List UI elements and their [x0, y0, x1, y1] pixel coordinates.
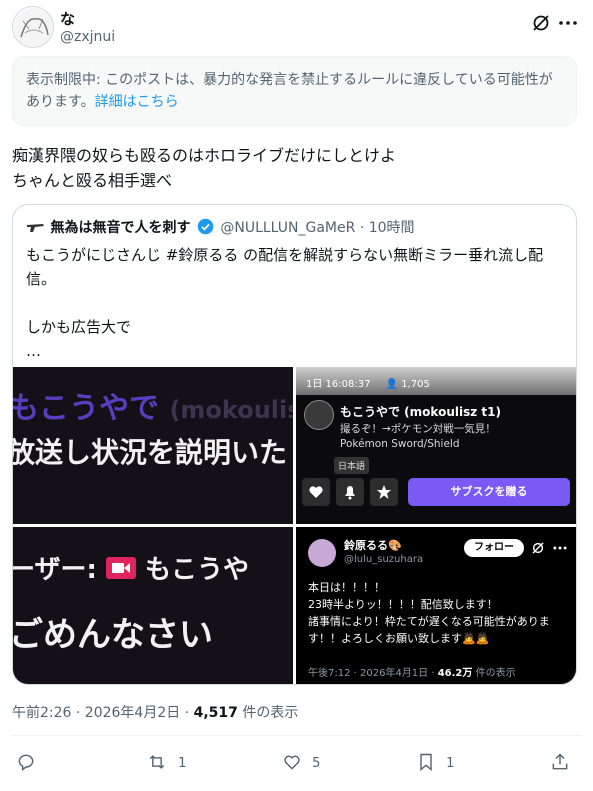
author-name[interactable]: な [60, 8, 75, 29]
heart-icon [302, 478, 330, 506]
image-text: もこうやで [13, 391, 159, 426]
heart-icon [284, 755, 300, 770]
reply-icon [18, 754, 34, 771]
stream-title: 撮るぞ！→ポケモン対戦一気見！ [340, 423, 496, 435]
verified-badge-icon [197, 218, 214, 235]
quote-header: 無為は無音で人を刺す @NULLLUN_GaMeR · 10時間 [26, 217, 415, 237]
view-count: 4,517 [193, 705, 238, 721]
share-icon [552, 753, 568, 770]
bell-icon [336, 478, 364, 506]
star-icon [370, 478, 398, 506]
channel-name: もこうやで (mokoulisz t1) [340, 405, 501, 419]
gun-emoji-icon [27, 224, 44, 232]
inner-tweet-views: 46.2万 [437, 668, 473, 679]
viewer-icon: 👤 [385, 379, 399, 390]
stream-game: Pokémon Sword/Shield [340, 438, 460, 450]
repost-count: 1 [178, 756, 187, 771]
repost-button[interactable]: 1 [146, 752, 186, 772]
reply-button[interactable] [16, 752, 42, 772]
bookmark-button[interactable]: 1 [416, 752, 454, 772]
bookmark-count: 1 [446, 756, 455, 771]
stream-uptime: 1日 16:08:37 [306, 379, 371, 390]
follow-button: フォロー [464, 539, 524, 557]
image-text: ーザー: [13, 555, 97, 585]
media-image-3[interactable]: ーザー: もこうや ごめんなさい [13, 527, 293, 684]
inner-tweet-views-label: 件の表示 [475, 668, 516, 679]
avatar[interactable] [12, 6, 54, 48]
image-text: (mokoulis [169, 396, 293, 424]
divider [12, 735, 582, 736]
inner-tweet-avatar [308, 539, 336, 567]
bookmark-icon [420, 753, 432, 772]
learn-more-link[interactable]: 詳細はこちら [95, 94, 179, 110]
channel-avatar [304, 400, 334, 430]
view-count-label: 件の表示 [242, 705, 299, 721]
post-header: な @zxjnui [12, 6, 582, 52]
share-button[interactable] [550, 752, 570, 772]
tweet-text-line: ちゃんと殴る相手選べ [12, 171, 173, 190]
like-count: 5 [312, 756, 321, 771]
tweet-text-line: 痴漢界隈の奴らも殴るのはホロライブだけにしとけよ [12, 146, 397, 165]
media-image-2[interactable]: 1日 16:08:37 👤 1,705 もこうやで (mokoulisz t1)… [296, 367, 576, 524]
image-text: ごめんなさい [13, 615, 213, 655]
inner-tweet-name: 鈴原るる🎨 [344, 539, 402, 552]
quoted-post[interactable]: 無為は無音で人を刺す @NULLLUN_GaMeR · 10時間 もこうがにじさ… [12, 204, 577, 685]
inner-tweet-handle: @lulu_suzuhara [344, 554, 424, 565]
inner-tweet-time: 午後7:12 · 2026年4月1日 · [308, 668, 435, 679]
grok-icon[interactable] [530, 12, 552, 34]
gift-subscription-button: サブスクを贈る [408, 478, 570, 506]
quote-author-handle[interactable]: @NULLLUN_GaMeR [220, 220, 355, 236]
action-bar: 1 5 1 [12, 750, 582, 778]
more-options-icon [552, 540, 568, 560]
quote-body: もこうがにじさんじ #鈴原るる の配信を解説すらない無断ミラー垂れ流し配信。 し… [26, 246, 544, 360]
language-tag: 日本語 [334, 457, 370, 474]
inner-tweet-body: 本日は！！！！ 23時半よりッ！！！！配信致します！ 諸事情により！枠たてが遅く… [308, 581, 550, 645]
repost-icon [149, 755, 165, 769]
like-button[interactable]: 5 [282, 752, 320, 772]
quote-author-name[interactable]: 無為は無音で人を刺す [50, 220, 190, 236]
post-meta: 午前2:26 · 2026年4月2日 · 4,517 件の表示 [12, 702, 298, 722]
tweet-text: 痴漢界隈の奴らも殴るのはホロライブだけにしとけよ ちゃんと殴る相手選べ [12, 143, 572, 193]
post-timestamp[interactable]: 午前2:26 · 2026年4月2日 · [12, 705, 189, 721]
more-options-icon[interactable] [557, 12, 579, 34]
media-grid[interactable]: もこうやで (mokoulis 放送し状況を説明いた 1日 16:08:37 👤… [13, 367, 576, 684]
stream-player-bar: 1日 16:08:37 👤 1,705 [296, 367, 576, 395]
viewer-count: 1,705 [401, 379, 430, 390]
author-handle[interactable]: @zxjnui [60, 29, 115, 45]
inner-tweet-meta: 午後7:12 · 2026年4月1日 · 46.2万 件の表示 [308, 664, 516, 679]
media-image-4[interactable]: 鈴原るる🎨 @lulu_suzuhara フォロー 本日は！！！！ 23時半より… [296, 527, 576, 684]
grok-icon [530, 540, 546, 560]
image-text: もこうや [145, 555, 250, 585]
image-text: 放送し状況を説明いた [13, 436, 288, 469]
quote-timestamp[interactable]: 10時間 [369, 220, 415, 236]
camera-icon [105, 557, 136, 579]
visibility-limited-notice: 表示制限中: このポストは、暴力的な発言を禁止するルールに違反している可能性があ… [12, 56, 577, 126]
media-image-1[interactable]: もこうやで (mokoulis 放送し状況を説明いた [13, 367, 293, 524]
